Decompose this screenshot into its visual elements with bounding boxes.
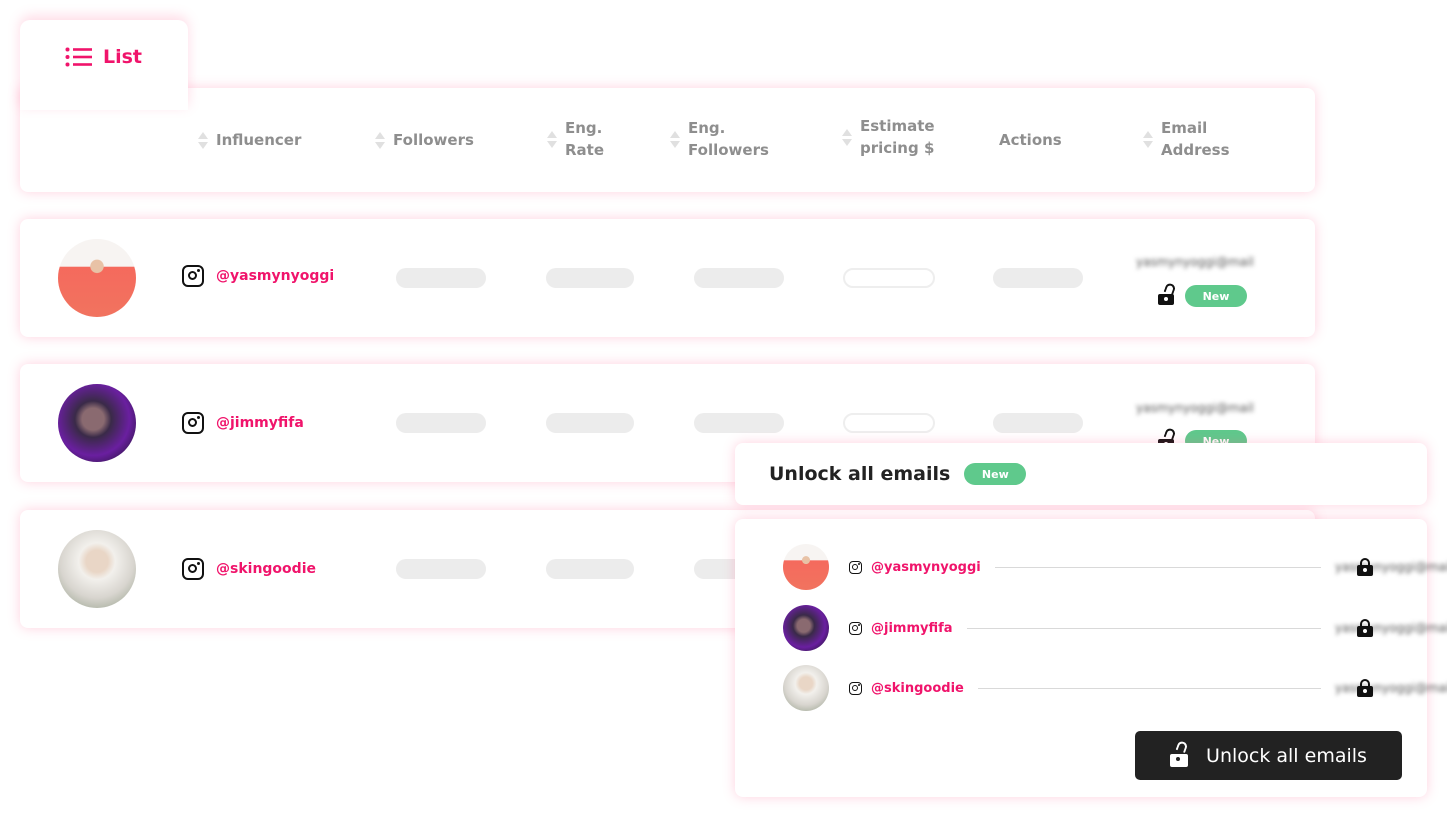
- sort-icon: [375, 131, 385, 149]
- email-blurred: yasmynyoggi@mail: [1136, 401, 1254, 415]
- button-label: Unlock all emails: [1206, 744, 1367, 767]
- eng-followers-placeholder: [694, 268, 784, 288]
- sort-icon: [198, 131, 208, 149]
- divider: [994, 566, 1321, 568]
- influencer-handle[interactable]: @skingoodie: [216, 561, 316, 577]
- table-row[interactable]: @yasmynyoggi yasmynyoggi@mail New: [20, 219, 1315, 337]
- popup-item: @skingoodie yasmynyoggi@mail: [783, 665, 1447, 711]
- popup-item: @jimmyfifa yasmynyoggi@mail: [783, 605, 1447, 651]
- avatar: [783, 665, 829, 711]
- sort-icon: [1143, 130, 1153, 148]
- col-followers[interactable]: Followers: [375, 129, 474, 151]
- actions-placeholder: [993, 268, 1083, 288]
- instagram-icon: [182, 412, 204, 434]
- email-blurred: yasmynyoggi@mail: [1335, 681, 1447, 695]
- eng-rate-placeholder: [546, 413, 634, 433]
- eng-rate-placeholder: [546, 268, 634, 288]
- instagram-icon: [182, 558, 204, 580]
- followers-placeholder: [396, 268, 486, 288]
- unlock-icon: [1170, 739, 1189, 767]
- table-header: Influencer Followers Eng. Rate Eng. Foll…: [20, 88, 1315, 192]
- influencer-handle: @jimmyfifa: [871, 620, 953, 636]
- col-email[interactable]: Email Address: [1143, 117, 1230, 161]
- unlock-popup-header: Unlock all emails New: [735, 443, 1427, 505]
- lock-icon: [1357, 619, 1373, 637]
- lock-icon: [1357, 679, 1373, 697]
- avatar: [58, 530, 136, 608]
- instagram-icon: [849, 681, 862, 695]
- email-blurred: yasmynyoggi@mail: [1335, 621, 1447, 635]
- pricing-placeholder: [843, 268, 935, 288]
- avatar: [58, 239, 136, 317]
- avatar: [783, 544, 829, 590]
- new-badge: New: [964, 463, 1027, 485]
- email-blurred: yasmynyoggi@mail: [1335, 560, 1447, 574]
- divider: [977, 687, 1321, 689]
- tab-list[interactable]: List: [20, 20, 188, 110]
- eng-followers-placeholder: [694, 413, 784, 433]
- lock-icon: [1357, 558, 1373, 576]
- sort-icon: [670, 130, 680, 148]
- pricing-placeholder: [843, 413, 935, 433]
- popup-item: @yasmynyoggi yasmynyoggi@mail: [783, 544, 1447, 590]
- eng-rate-placeholder: [546, 559, 634, 579]
- col-eng-followers[interactable]: Eng. Followers: [670, 117, 769, 161]
- unlock-popup: @yasmynyoggi yasmynyoggi@mail @jimmyfifa…: [735, 519, 1447, 797]
- influencer-handle: @skingoodie: [871, 680, 964, 696]
- sort-icon: [842, 128, 852, 146]
- followers-placeholder: [396, 559, 486, 579]
- influencer-handle[interactable]: @jimmyfifa: [216, 415, 304, 431]
- popup-title: Unlock all emails: [769, 463, 951, 485]
- email-blurred: yasmynyoggi@mail: [1136, 255, 1254, 269]
- followers-placeholder: [396, 413, 486, 433]
- new-badge: New: [1185, 285, 1247, 307]
- avatar: [783, 605, 829, 651]
- unlock-icon[interactable]: [1158, 282, 1177, 305]
- divider: [966, 627, 1321, 629]
- col-actions: Actions: [999, 131, 1062, 149]
- influencer-handle: @yasmynyoggi: [871, 559, 981, 575]
- actions-placeholder: [993, 413, 1083, 433]
- instagram-icon: [849, 560, 862, 574]
- list-icon: [65, 47, 92, 67]
- instagram-icon: [849, 621, 862, 635]
- sort-icon: [547, 130, 557, 148]
- influencer-handle[interactable]: @yasmynyoggi: [216, 268, 334, 284]
- col-eng-rate[interactable]: Eng. Rate: [547, 117, 604, 161]
- col-influencer[interactable]: Influencer: [198, 129, 301, 151]
- unlock-all-emails-button[interactable]: Unlock all emails: [1135, 731, 1402, 780]
- col-estimate-pricing[interactable]: Estimate pricing $: [842, 115, 935, 159]
- avatar: [58, 384, 136, 462]
- tab-label: List: [103, 46, 143, 68]
- instagram-icon: [182, 265, 204, 287]
